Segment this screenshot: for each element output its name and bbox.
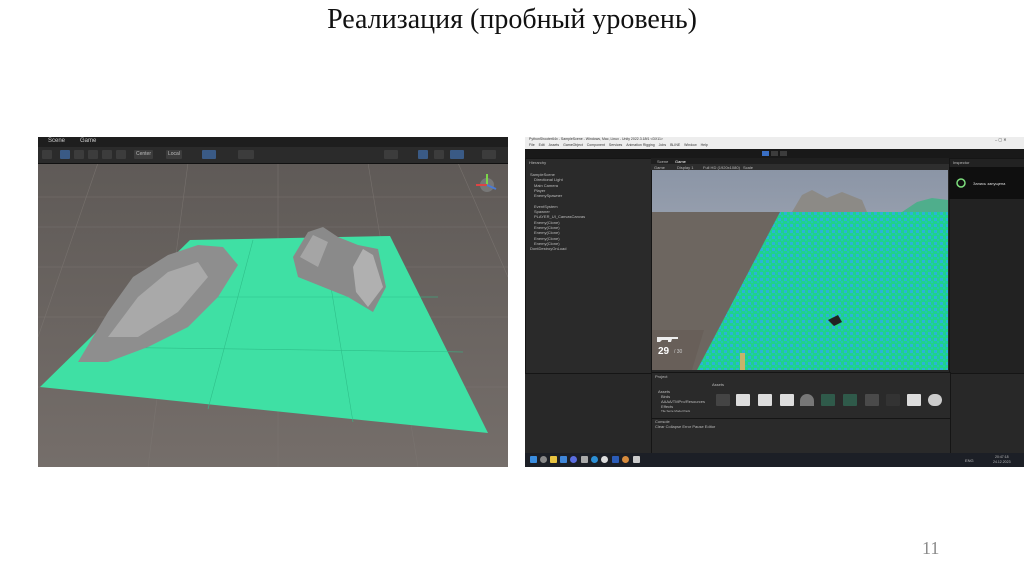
assets-breadcrumb: Assets bbox=[712, 382, 725, 387]
scene-editor-screenshot: Scene Game Center Local bbox=[38, 137, 508, 467]
script-asset-icon[interactable] bbox=[736, 394, 750, 406]
windows-taskbar: ENG 20:47:18 24.12.2023 bbox=[525, 453, 1024, 467]
ammo-hud: 29 / 30 bbox=[656, 334, 696, 364]
hierarchy-item[interactable]: Player bbox=[534, 188, 545, 193]
hierarchy-item[interactable]: SampleScene bbox=[530, 172, 555, 177]
transform-tool-icon[interactable] bbox=[116, 150, 126, 159]
game-view bbox=[652, 170, 948, 370]
rect-tool-icon[interactable] bbox=[102, 150, 112, 159]
hierarchy-item[interactable]: Main Camera bbox=[534, 183, 558, 188]
hierarchy-label: Hierarchy bbox=[529, 160, 547, 165]
word-icon[interactable] bbox=[612, 456, 619, 463]
pickup bbox=[740, 353, 745, 370]
mail-icon[interactable] bbox=[560, 456, 567, 463]
script-asset-icon[interactable] bbox=[758, 394, 772, 406]
hierarchy-item[interactable]: EventSystem bbox=[534, 204, 558, 209]
page-number: 11 bbox=[922, 538, 940, 558]
prefab-asset-icon[interactable] bbox=[928, 394, 942, 406]
rifle-icon bbox=[657, 337, 678, 342]
move-tool-icon[interactable] bbox=[60, 150, 70, 159]
material-asset-icon[interactable] bbox=[843, 394, 857, 406]
clock-time[interactable]: 20:47:18 bbox=[995, 455, 1009, 459]
pause-button[interactable] bbox=[771, 151, 778, 156]
main-toolbar bbox=[525, 149, 1024, 158]
menu-animation-rigging[interactable]: Animation Rigging bbox=[626, 143, 654, 147]
hierarchy-panel: Hierarchy SampleScene Directional Light Ma… bbox=[525, 158, 652, 374]
hierarchy-item[interactable]: Enemy(Clone) bbox=[534, 230, 560, 235]
lighting-icon[interactable] bbox=[418, 150, 428, 159]
explorer-icon[interactable] bbox=[550, 456, 557, 463]
grid-snap-icon[interactable] bbox=[202, 150, 216, 159]
menu-window[interactable]: Window bbox=[684, 143, 696, 147]
inspector-label: Inspector bbox=[953, 160, 970, 165]
gear-asset-icon[interactable] bbox=[800, 394, 814, 406]
start-icon[interactable] bbox=[530, 456, 537, 463]
console-controls[interactable]: Clear Collapse Error Pause Editor bbox=[655, 424, 715, 429]
unity-icon[interactable] bbox=[633, 456, 640, 463]
hierarchy-item[interactable]: Enemy(Clone) bbox=[534, 220, 560, 225]
script-asset-icon[interactable] bbox=[907, 394, 921, 406]
ammo-max: / 30 bbox=[674, 349, 683, 355]
camera-icon[interactable] bbox=[482, 150, 496, 159]
material-asset-icon[interactable] bbox=[865, 394, 879, 406]
hierarchy-item[interactable]: Spawner bbox=[534, 209, 550, 214]
console-panel: Console Clear Collapse Error Pause Edito… bbox=[651, 418, 951, 454]
tab-scene[interactable]: Scene bbox=[48, 138, 65, 144]
play-button[interactable] bbox=[762, 151, 769, 156]
grid-icon[interactable] bbox=[238, 150, 254, 159]
step-button[interactable] bbox=[780, 151, 787, 156]
hierarchy-item[interactable]: Directional Light bbox=[534, 177, 563, 182]
asset-thumb[interactable] bbox=[716, 394, 730, 406]
menu-bline[interactable]: BLINE bbox=[670, 143, 680, 147]
script-asset-icon[interactable] bbox=[780, 394, 794, 406]
hierarchy-item[interactable]: Enemy(Clone) bbox=[534, 225, 560, 230]
tree-model-pack[interactable]: Tile Serie Model Pack bbox=[661, 409, 690, 413]
audio-icon[interactable] bbox=[434, 150, 444, 159]
sphere-asset-icon[interactable] bbox=[886, 394, 900, 406]
hierarchy-item[interactable]: Enemy(Clone) bbox=[534, 241, 560, 246]
app-icon[interactable] bbox=[581, 456, 588, 463]
project-label: Project bbox=[655, 374, 668, 379]
tab-game[interactable]: Game bbox=[80, 138, 96, 144]
space-dropdown[interactable]: Local bbox=[166, 150, 182, 159]
menu-edit[interactable]: Edit bbox=[539, 143, 545, 147]
ammo-count: 29 bbox=[658, 346, 670, 357]
editor-tab-bar: Scene Game bbox=[38, 137, 508, 147]
unity-editor-screenshot: PythonShooter64x - SampleScene - Windows… bbox=[525, 137, 1024, 467]
firefox-icon[interactable] bbox=[622, 456, 629, 463]
rotate-tool-icon[interactable] bbox=[74, 150, 84, 159]
menu-services[interactable]: Services bbox=[609, 143, 622, 147]
menu-help[interactable]: Help bbox=[701, 143, 708, 147]
material-asset-icon[interactable] bbox=[821, 394, 835, 406]
hand-tool-icon[interactable] bbox=[42, 150, 52, 159]
menu-component[interactable]: Component bbox=[587, 143, 605, 147]
menu-jobs[interactable]: Jobs bbox=[659, 143, 666, 147]
recording-icon bbox=[956, 178, 966, 188]
scale-tool-icon[interactable] bbox=[88, 150, 98, 159]
hierarchy-item[interactable]: EnemySpawner bbox=[534, 193, 562, 198]
notification-text: Запись запущена bbox=[973, 181, 1006, 186]
hierarchy-item[interactable]: DontDestroyOnLoad bbox=[530, 246, 566, 251]
hierarchy-item[interactable]: PLAYER_UI_CanvasCanvas bbox=[534, 214, 585, 219]
recording-notification: Запись запущена bbox=[949, 167, 1024, 199]
window-controls[interactable]: – ▢ ✕ bbox=[995, 137, 1007, 142]
window-title: PythonShooter64x - SampleScene - Windows… bbox=[529, 137, 663, 141]
pivot-dropdown[interactable]: Center bbox=[134, 150, 154, 159]
browser-icon[interactable] bbox=[591, 456, 598, 463]
menu-file[interactable]: File bbox=[529, 143, 535, 147]
draw-mode-icon[interactable] bbox=[384, 150, 398, 159]
clock-date[interactable]: 24.12.2023 bbox=[993, 460, 1011, 464]
hierarchy-item[interactable]: Enemy(Clone) bbox=[534, 236, 560, 241]
menu-gameobject[interactable]: GameObject bbox=[563, 143, 583, 147]
scene-view bbox=[38, 162, 508, 467]
language-indicator[interactable]: ENG bbox=[965, 458, 974, 463]
scene-toolbar: Center Local bbox=[38, 147, 508, 164]
menu-assets[interactable]: Assets bbox=[549, 143, 560, 147]
app-icon[interactable] bbox=[601, 456, 608, 463]
effects-icon[interactable] bbox=[450, 150, 464, 159]
slide-title: Реализация (пробный уровень) bbox=[327, 4, 697, 35]
search-icon[interactable] bbox=[540, 456, 547, 463]
app-icon[interactable] bbox=[570, 456, 577, 463]
